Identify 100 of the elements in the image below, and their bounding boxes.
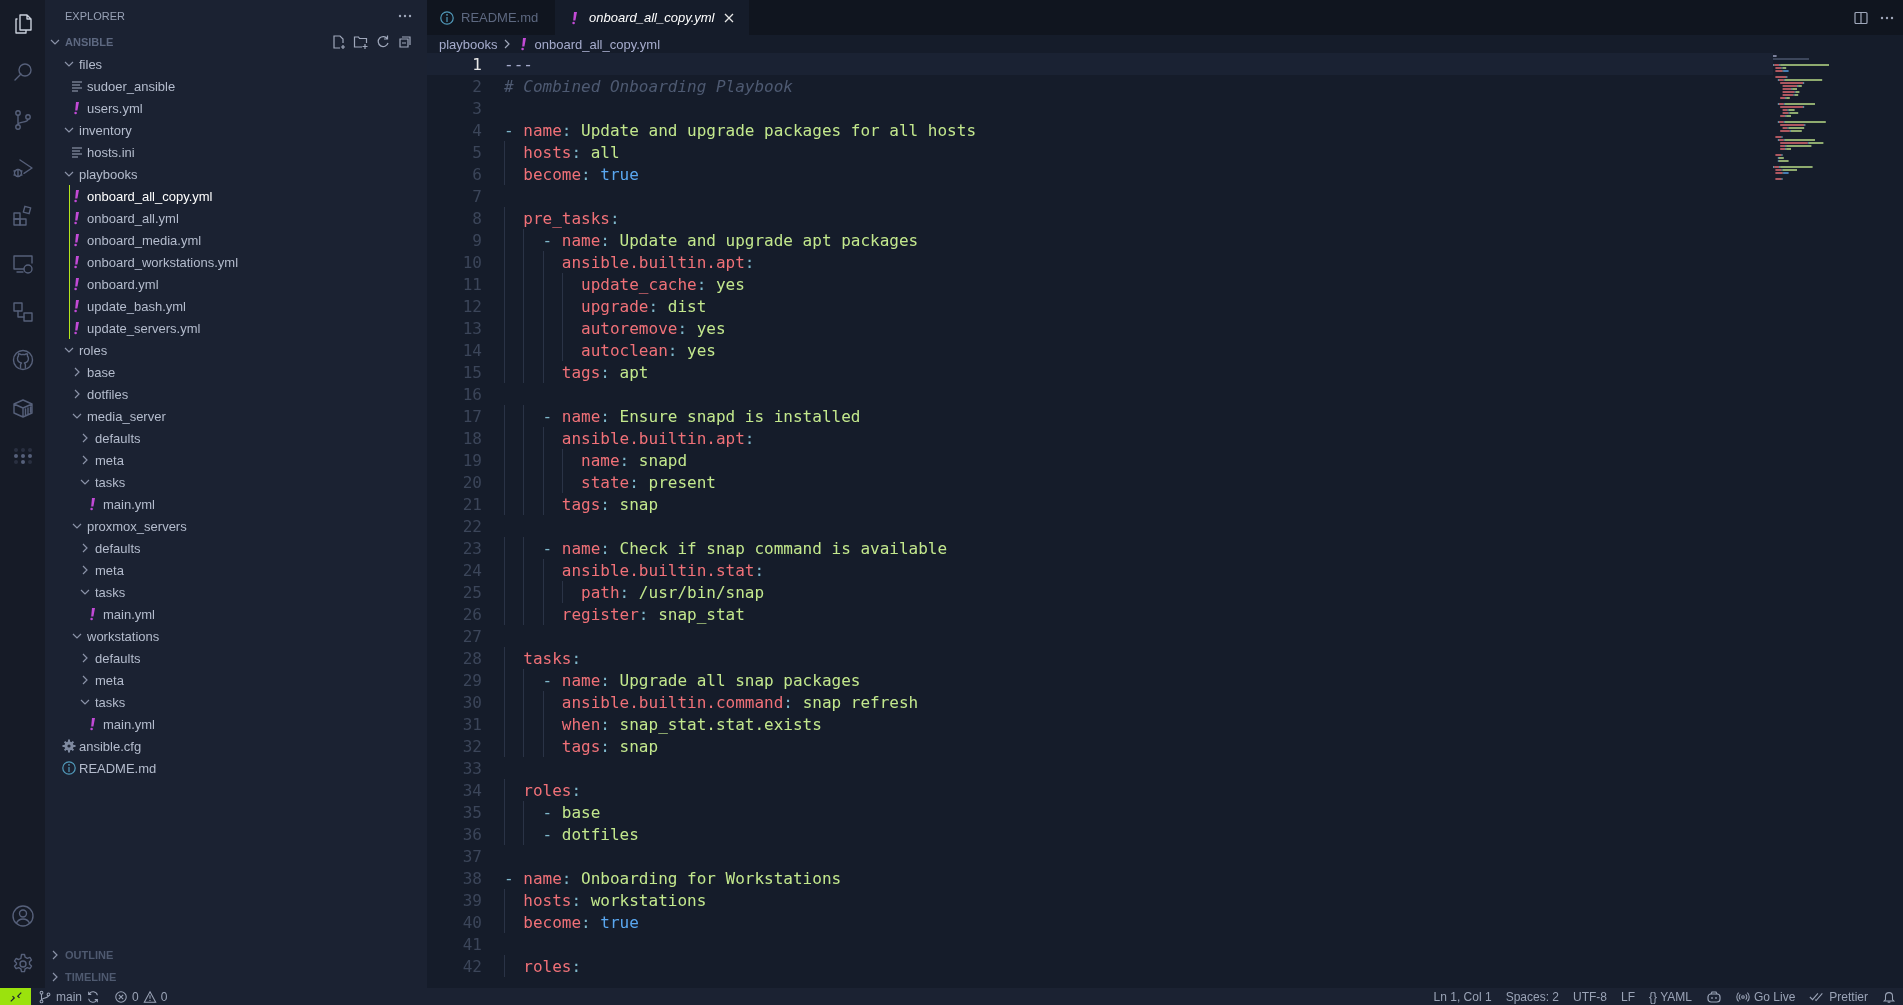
broadcast-icon: [1735, 989, 1750, 1004]
gear-icon: [61, 738, 77, 754]
new-folder-icon[interactable]: [353, 34, 369, 50]
editor-tab[interactable]: onboard_all_copy.yml: [555, 0, 749, 35]
folder-item[interactable]: tasks: [45, 471, 427, 493]
code-line: - base: [541, 802, 601, 822]
code-line: tags: snap: [560, 736, 659, 756]
folder-item[interactable]: playbooks: [45, 163, 427, 185]
code-line: - name: Update and upgrade packages for all hosts: [504, 120, 976, 140]
code-line: ---: [504, 54, 533, 74]
text-lines-icon: [69, 78, 85, 94]
code-line: ansible.builtin.command: snap refresh: [560, 692, 919, 712]
folder-item[interactable]: proxmox_servers: [45, 515, 427, 537]
code-line: register: snap_stat: [560, 604, 745, 624]
monitor-icon[interactable]: [10, 252, 35, 276]
file-item[interactable]: users.yml: [45, 97, 427, 119]
file-item[interactable]: main.yml: [45, 713, 427, 735]
code-line: hosts: all: [522, 142, 620, 162]
sync-icon: [86, 989, 100, 1004]
go-live-button[interactable]: Go Live: [1728, 988, 1803, 1005]
folder-item[interactable]: meta: [45, 669, 427, 691]
nodes-icon[interactable]: [10, 300, 35, 324]
folder-item[interactable]: inventory: [45, 119, 427, 141]
file-item[interactable]: onboard_all.yml: [45, 207, 427, 229]
folder-item[interactable]: dotfiles: [45, 383, 427, 405]
error-icon: [114, 989, 128, 1004]
new-file-icon[interactable]: [331, 34, 347, 50]
folder-item[interactable]: workstations: [45, 625, 427, 647]
branch-icon: [38, 989, 52, 1004]
code-line: # Combined Onboarding Playbook: [504, 76, 793, 96]
code-line: pre_tasks:: [522, 208, 620, 228]
code-line: - name: Onboarding for Workstations: [504, 868, 842, 888]
explorer-title: EXPLORER: [65, 9, 125, 22]
file-item[interactable]: onboard_media.yml: [45, 229, 427, 251]
folder-item[interactable]: tasks: [45, 581, 427, 603]
folder-item[interactable]: meta: [45, 449, 427, 471]
code-line: when: snap_stat.stat.exists: [560, 714, 822, 734]
branch-item[interactable]: main: [31, 988, 107, 1005]
folder-item[interactable]: base: [45, 361, 427, 383]
file-item[interactable]: update_servers.yml: [45, 317, 427, 339]
code-line: ansible.builtin.apt:: [560, 252, 755, 272]
file-item[interactable]: onboard.yml: [45, 273, 427, 295]
code-line: state: present: [580, 472, 716, 492]
code-line: hosts: workstations: [522, 890, 707, 910]
file-item[interactable]: main.yml: [45, 493, 427, 515]
code-line: autoclean: yes: [580, 340, 716, 360]
folder-item[interactable]: defaults: [45, 537, 427, 559]
code-line: autoremove: yes: [580, 318, 726, 338]
code-line: ansible.builtin.stat:: [560, 560, 765, 580]
status-item[interactable]: UTF-8: [1566, 988, 1614, 1005]
collapse-all-icon[interactable]: [397, 34, 413, 50]
folder-item[interactable]: tasks: [45, 691, 427, 713]
folder-item[interactable]: roles: [45, 339, 427, 361]
file-item[interactable]: ansible.cfg: [45, 735, 427, 757]
box-icon[interactable]: [10, 396, 35, 420]
warning-icon: [142, 989, 157, 1004]
code-line: roles:: [522, 956, 582, 976]
code-line: upgrade: dist: [580, 296, 707, 316]
status-item[interactable]: LF: [1614, 988, 1643, 1005]
split-editor-icon[interactable]: [1853, 9, 1869, 26]
info-icon: [439, 9, 455, 26]
run-debug-icon[interactable]: [10, 156, 35, 180]
folder-item[interactable]: meta: [45, 559, 427, 581]
status-item[interactable]: {} YAML: [1642, 988, 1699, 1005]
info-icon: [61, 760, 77, 776]
folder-item[interactable]: media_server: [45, 405, 427, 427]
breadcrumb-item[interactable]: playbooks: [439, 36, 498, 52]
line-number: 1: [471, 54, 483, 74]
folder-item[interactable]: defaults: [45, 427, 427, 449]
code-line: update_cache: yes: [580, 274, 745, 294]
code-line: roles:: [522, 780, 582, 800]
account-icon[interactable]: [10, 904, 35, 928]
prettier-button[interactable]: Prettier: [1802, 988, 1875, 1005]
file-item[interactable]: onboard_all_copy.yml: [45, 185, 427, 207]
file-item[interactable]: README.md: [45, 757, 427, 779]
remote-icon: [8, 989, 23, 1004]
folder-item[interactable]: defaults: [45, 647, 427, 669]
folder-item[interactable]: files: [45, 53, 427, 75]
breadcrumb-item[interactable]: onboard_all_copy.yml: [534, 36, 661, 52]
file-item[interactable]: main.yml: [45, 603, 427, 625]
file-item[interactable]: sudoer_ansible: [45, 75, 427, 97]
remote-button[interactable]: [0, 988, 31, 1005]
code-line: become: true: [522, 164, 639, 184]
status-item[interactable]: Ln 1, Col 1: [1426, 988, 1499, 1005]
bell-icon[interactable]: [1882, 989, 1896, 1004]
code-line: tags: snap: [560, 494, 659, 514]
code-line: ansible.builtin.apt:: [560, 428, 755, 448]
code-line: tags: apt: [560, 362, 649, 382]
code-line: - name: Update and upgrade apt packages: [541, 230, 919, 250]
github-icon[interactable]: [10, 348, 35, 372]
code-line: path: /usr/bin/snap: [580, 582, 765, 602]
file-item[interactable]: hosts.ini: [45, 141, 427, 163]
problems-item[interactable]: 0 0: [107, 988, 175, 1005]
code-line: become: true: [522, 912, 639, 932]
refresh-icon[interactable]: [375, 34, 391, 50]
file-item[interactable]: update_bash.yml: [45, 295, 427, 317]
file-item[interactable]: onboard_workstations.yml: [45, 251, 427, 273]
status-item[interactable]: Spaces: 2: [1498, 988, 1566, 1005]
robot-icon[interactable]: [1705, 989, 1722, 1004]
code-line: - name: Ensure snapd is installed: [541, 406, 861, 426]
